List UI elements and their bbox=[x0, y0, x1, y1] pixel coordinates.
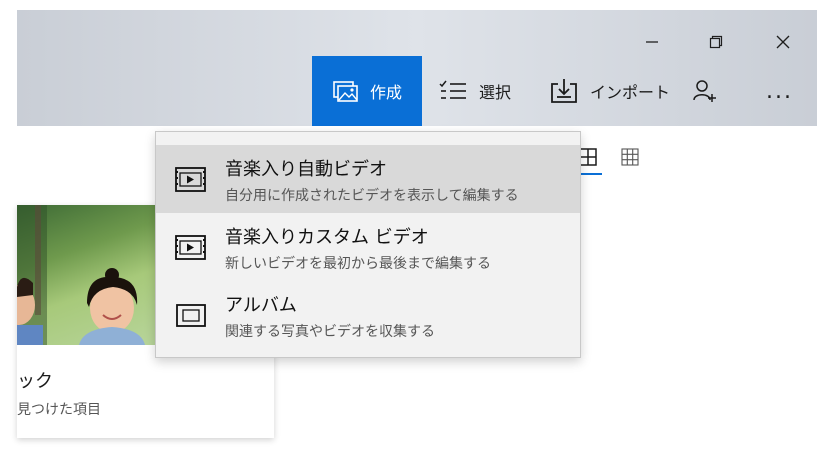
create-label: 作成 bbox=[369, 83, 402, 102]
card-thumbnail bbox=[17, 205, 157, 345]
title-bar: 作成 選択 インポート ... bbox=[17, 10, 817, 126]
import-icon bbox=[551, 79, 577, 103]
sign-in-button[interactable] bbox=[692, 56, 718, 126]
restore-icon bbox=[709, 35, 723, 49]
more-label: ... bbox=[766, 78, 793, 104]
restore-button[interactable] bbox=[696, 27, 736, 57]
add-person-icon bbox=[693, 80, 716, 102]
menu-item-custom-video[interactable]: 音楽入りカスタム ビデオ 新しいビデオを最初から最後まで編集する bbox=[156, 213, 580, 281]
menu-item-subtitle: 自分用に作成されたビデオを表示して編集する bbox=[225, 188, 519, 204]
select-button[interactable]: 選択 bbox=[439, 56, 511, 126]
large-grid-icon bbox=[579, 148, 597, 166]
menu-item-subtitle: 関連する写真やビデオを収集する bbox=[225, 324, 435, 340]
minimize-button[interactable] bbox=[632, 27, 672, 57]
card-subtitle: 見つけた項目 bbox=[17, 402, 101, 418]
small-grid-view-button[interactable] bbox=[620, 147, 640, 167]
video-icon bbox=[175, 235, 206, 260]
menu-item-title: 音楽入りカスタム ビデオ bbox=[225, 227, 429, 248]
view-switcher bbox=[574, 147, 640, 175]
import-label: インポート bbox=[590, 83, 671, 102]
children-photo bbox=[17, 205, 145, 345]
import-button[interactable]: インポート bbox=[550, 56, 670, 126]
close-button[interactable] bbox=[763, 27, 803, 57]
menu-item-album[interactable]: アルバム 関連する写真やビデオを収集する bbox=[156, 281, 580, 349]
more-button[interactable]: ... bbox=[766, 56, 793, 126]
create-menu: 音楽入り自動ビデオ 自分用に作成されたビデオを表示して編集する 音楽入りカスタム… bbox=[155, 131, 581, 358]
menu-item-title: アルバム bbox=[225, 295, 297, 316]
large-grid-view-button[interactable] bbox=[574, 147, 602, 175]
album-icon bbox=[176, 304, 206, 327]
select-label: 選択 bbox=[479, 83, 512, 102]
create-video-icon bbox=[333, 81, 358, 102]
checklist-icon bbox=[439, 80, 466, 99]
small-grid-icon bbox=[621, 148, 639, 166]
menu-item-subtitle: 新しいビデオを最初から最後まで編集する bbox=[225, 256, 491, 272]
create-button[interactable]: 作成 bbox=[312, 56, 422, 126]
card-title: ック bbox=[17, 371, 53, 392]
video-icon bbox=[175, 167, 206, 192]
menu-item-title: 音楽入り自動ビデオ bbox=[225, 159, 387, 180]
close-icon bbox=[776, 35, 790, 49]
minimize-icon bbox=[646, 41, 658, 43]
menu-item-auto-video[interactable]: 音楽入り自動ビデオ 自分用に作成されたビデオを表示して編集する bbox=[156, 145, 580, 213]
